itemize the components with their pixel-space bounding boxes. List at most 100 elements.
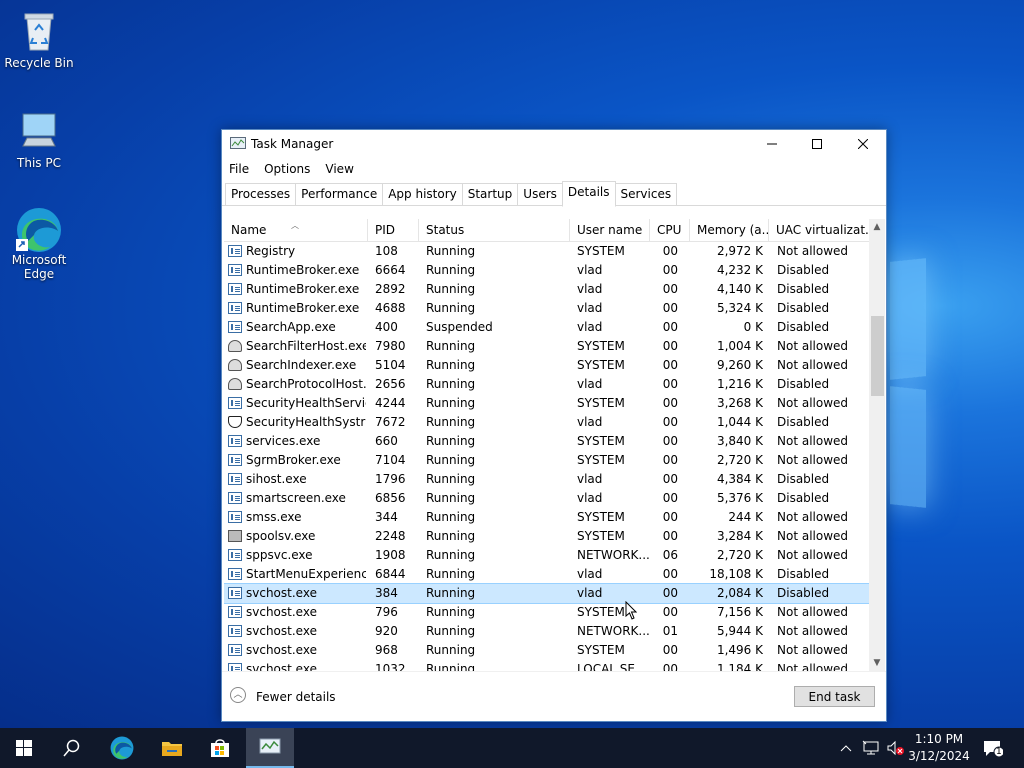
menu-view[interactable]: View: [318, 160, 361, 180]
process-row[interactable]: SearchIndexer.exe 5104 Running SYSTEM 00 9,26…: [224, 356, 869, 375]
scroll-up-icon[interactable]: ▲: [869, 219, 885, 235]
edge-desktop-icon[interactable]: Microsoft Edge: [1, 205, 77, 281]
cell-user: vlad: [577, 472, 603, 486]
process-row[interactable]: smartscreen.exe 6856 Running vlad 00 5,376 K D…: [224, 489, 869, 508]
cell-cpu: 00: [662, 510, 678, 524]
details-grid: ︿ Name PID Status User name CPU Memory (…: [224, 219, 869, 671]
recycle-bin-desktop-icon[interactable]: Recycle Bin: [1, 8, 77, 70]
process-row[interactable]: sihost.exe 1796 Running vlad 00 4,384 K Disabl…: [224, 470, 869, 489]
tab-app-history[interactable]: App history: [382, 183, 463, 206]
maximize-button[interactable]: [794, 130, 840, 158]
close-icon: [858, 139, 868, 149]
clock-time: 1:10 PM: [914, 732, 964, 746]
cell-uac: Not allowed: [777, 624, 849, 638]
cell-cpu: 00: [662, 643, 678, 657]
cell-name: StartMenuExperienc...: [246, 567, 366, 581]
process-user-icon: [228, 340, 242, 352]
process-row[interactable]: sppsvc.exe 1908 Running NETWORK... 06 2,720 K…: [224, 546, 869, 565]
cell-cpu: 00: [662, 358, 678, 372]
cell-memory: 5,324 K: [716, 301, 763, 315]
process-row[interactable]: SecurityHealthSystra... 7672 Running vlad 00…: [224, 413, 869, 432]
cell-cpu: 00: [662, 263, 678, 277]
tab-processes[interactable]: Processes: [225, 183, 297, 206]
cell-status: Running: [426, 244, 476, 258]
search-button[interactable]: [48, 728, 96, 768]
taskbar-edge-button[interactable]: [98, 728, 146, 768]
process-row[interactable]: svchost.exe 920 Running NETWORK... 01 5,944 K…: [224, 622, 869, 641]
column-header-pid[interactable]: PID: [368, 219, 419, 241]
action-center-button[interactable]: 1: [978, 728, 1008, 768]
process-row[interactable]: SgrmBroker.exe 7104 Running SYSTEM 00 2,720 K…: [224, 451, 869, 470]
edge-icon: [16, 205, 61, 252]
menu-file[interactable]: File: [222, 160, 257, 180]
process-row[interactable]: svchost.exe 384 Running vlad 00 2,084 K Disabl…: [224, 583, 869, 604]
taskbar-task-manager-button[interactable]: [246, 728, 294, 768]
process-row[interactable]: RuntimeBroker.exe 2892 Running vlad 00 4,140 …: [224, 280, 869, 299]
show-hidden-icons-button[interactable]: [836, 728, 856, 768]
network-status[interactable]: [860, 728, 882, 768]
process-row[interactable]: svchost.exe 968 Running SYSTEM 00 1,496 K Not …: [224, 641, 869, 660]
tab-startup[interactable]: Startup: [461, 183, 519, 206]
tab-performance[interactable]: Performance: [295, 183, 384, 206]
process-row[interactable]: SearchApp.exe 400 Suspended vlad 00 0 K Disabl…: [224, 318, 869, 337]
process-row[interactable]: SearchProtocolHost.... 2656 Running vlad 00 1…: [224, 375, 869, 394]
column-header-status[interactable]: Status: [419, 219, 570, 241]
process-row[interactable]: services.exe 660 Running SYSTEM 00 3,840 K Not…: [224, 432, 869, 451]
cell-name: SgrmBroker.exe: [246, 453, 341, 467]
process-row[interactable]: RuntimeBroker.exe 6664 Running vlad 00 4,232 …: [224, 261, 869, 280]
column-header-name[interactable]: ︿ Name: [224, 219, 368, 241]
tab-services[interactable]: Services: [614, 183, 678, 206]
column-header-user-name[interactable]: User name: [570, 219, 650, 241]
process-row[interactable]: SearchFilterHost.exe 7980 Running SYSTEM 00 1…: [224, 337, 869, 356]
process-row[interactable]: RuntimeBroker.exe 4688 Running vlad 00 5,324 …: [224, 299, 869, 318]
tab-users[interactable]: Users: [517, 183, 563, 206]
cell-user: NETWORK...: [577, 624, 649, 638]
system-clock[interactable]: 1:10 PM 3/12/2024: [902, 731, 976, 765]
windows-start-icon: [16, 740, 32, 756]
taskbar-file-explorer-button[interactable]: [148, 728, 196, 768]
cell-status: Running: [426, 282, 476, 296]
process-row[interactable]: SecurityHealthServic... 4244 Running SYSTEM…: [224, 394, 869, 413]
cell-name: svchost.exe: [246, 624, 317, 638]
cell-uac: Not allowed: [777, 434, 849, 448]
menu-options[interactable]: Options: [257, 160, 318, 180]
tab-details[interactable]: Details: [561, 181, 616, 207]
cell-name: RuntimeBroker.exe: [246, 301, 360, 315]
process-row[interactable]: Registry 108 Running SYSTEM 00 2,972 K Not all…: [224, 242, 869, 261]
process-user-icon: [228, 359, 242, 371]
start-button[interactable]: [0, 728, 48, 768]
this-pc-desktop-icon[interactable]: This PC: [1, 108, 77, 170]
scroll-thumb[interactable]: [871, 316, 884, 396]
process-row[interactable]: smss.exe 344 Running SYSTEM 00 244 K Not allow…: [224, 508, 869, 527]
scroll-down-icon[interactable]: ▼: [869, 655, 885, 671]
process-row[interactable]: svchost.exe 796 Running SYSTEM 00 7,156 K Not …: [224, 603, 869, 622]
column-header-memory[interactable]: Memory (a...: [690, 219, 769, 241]
cell-memory: 5,944 K: [716, 624, 763, 638]
cell-memory: 4,384 K: [716, 472, 763, 486]
cell-user: vlad: [577, 282, 603, 296]
cell-status: Running: [426, 472, 476, 486]
column-header-cpu[interactable]: CPU: [650, 219, 690, 241]
vertical-scrollbar[interactable]: ▲ ▼: [869, 219, 885, 671]
taskbar-store-button[interactable]: [196, 728, 244, 768]
cell-memory: 9,260 K: [716, 358, 763, 372]
process-window-icon: [228, 587, 242, 599]
cell-pid: 108: [375, 244, 398, 258]
chevron-up-circle-icon[interactable]: ︿: [230, 687, 246, 703]
process-row[interactable]: svchost.exe 1032 Running LOCAL SE... 00 1,184…: [224, 660, 869, 671]
title-bar[interactable]: Task Manager: [222, 130, 886, 158]
cell-pid: 7980: [375, 339, 406, 353]
close-button[interactable]: [840, 130, 886, 158]
minimize-button[interactable]: [749, 130, 795, 158]
column-header-uac[interactable]: UAC virtualizat...: [769, 219, 869, 241]
cell-user: NETWORK...: [577, 548, 649, 562]
fewer-details-link[interactable]: Fewer details: [256, 690, 336, 704]
cell-name: sppsvc.exe: [246, 548, 313, 562]
end-task-button[interactable]: End task: [794, 686, 875, 707]
process-row[interactable]: spoolsv.exe 2248 Running SYSTEM 00 3,284 K Not…: [224, 527, 869, 546]
process-window-icon: [228, 511, 242, 523]
cell-cpu: 00: [662, 339, 678, 353]
cell-cpu: 00: [662, 415, 678, 429]
process-row[interactable]: StartMenuExperienc... 6844 Running vlad 00 18…: [224, 565, 869, 584]
cell-cpu: 00: [662, 529, 678, 543]
